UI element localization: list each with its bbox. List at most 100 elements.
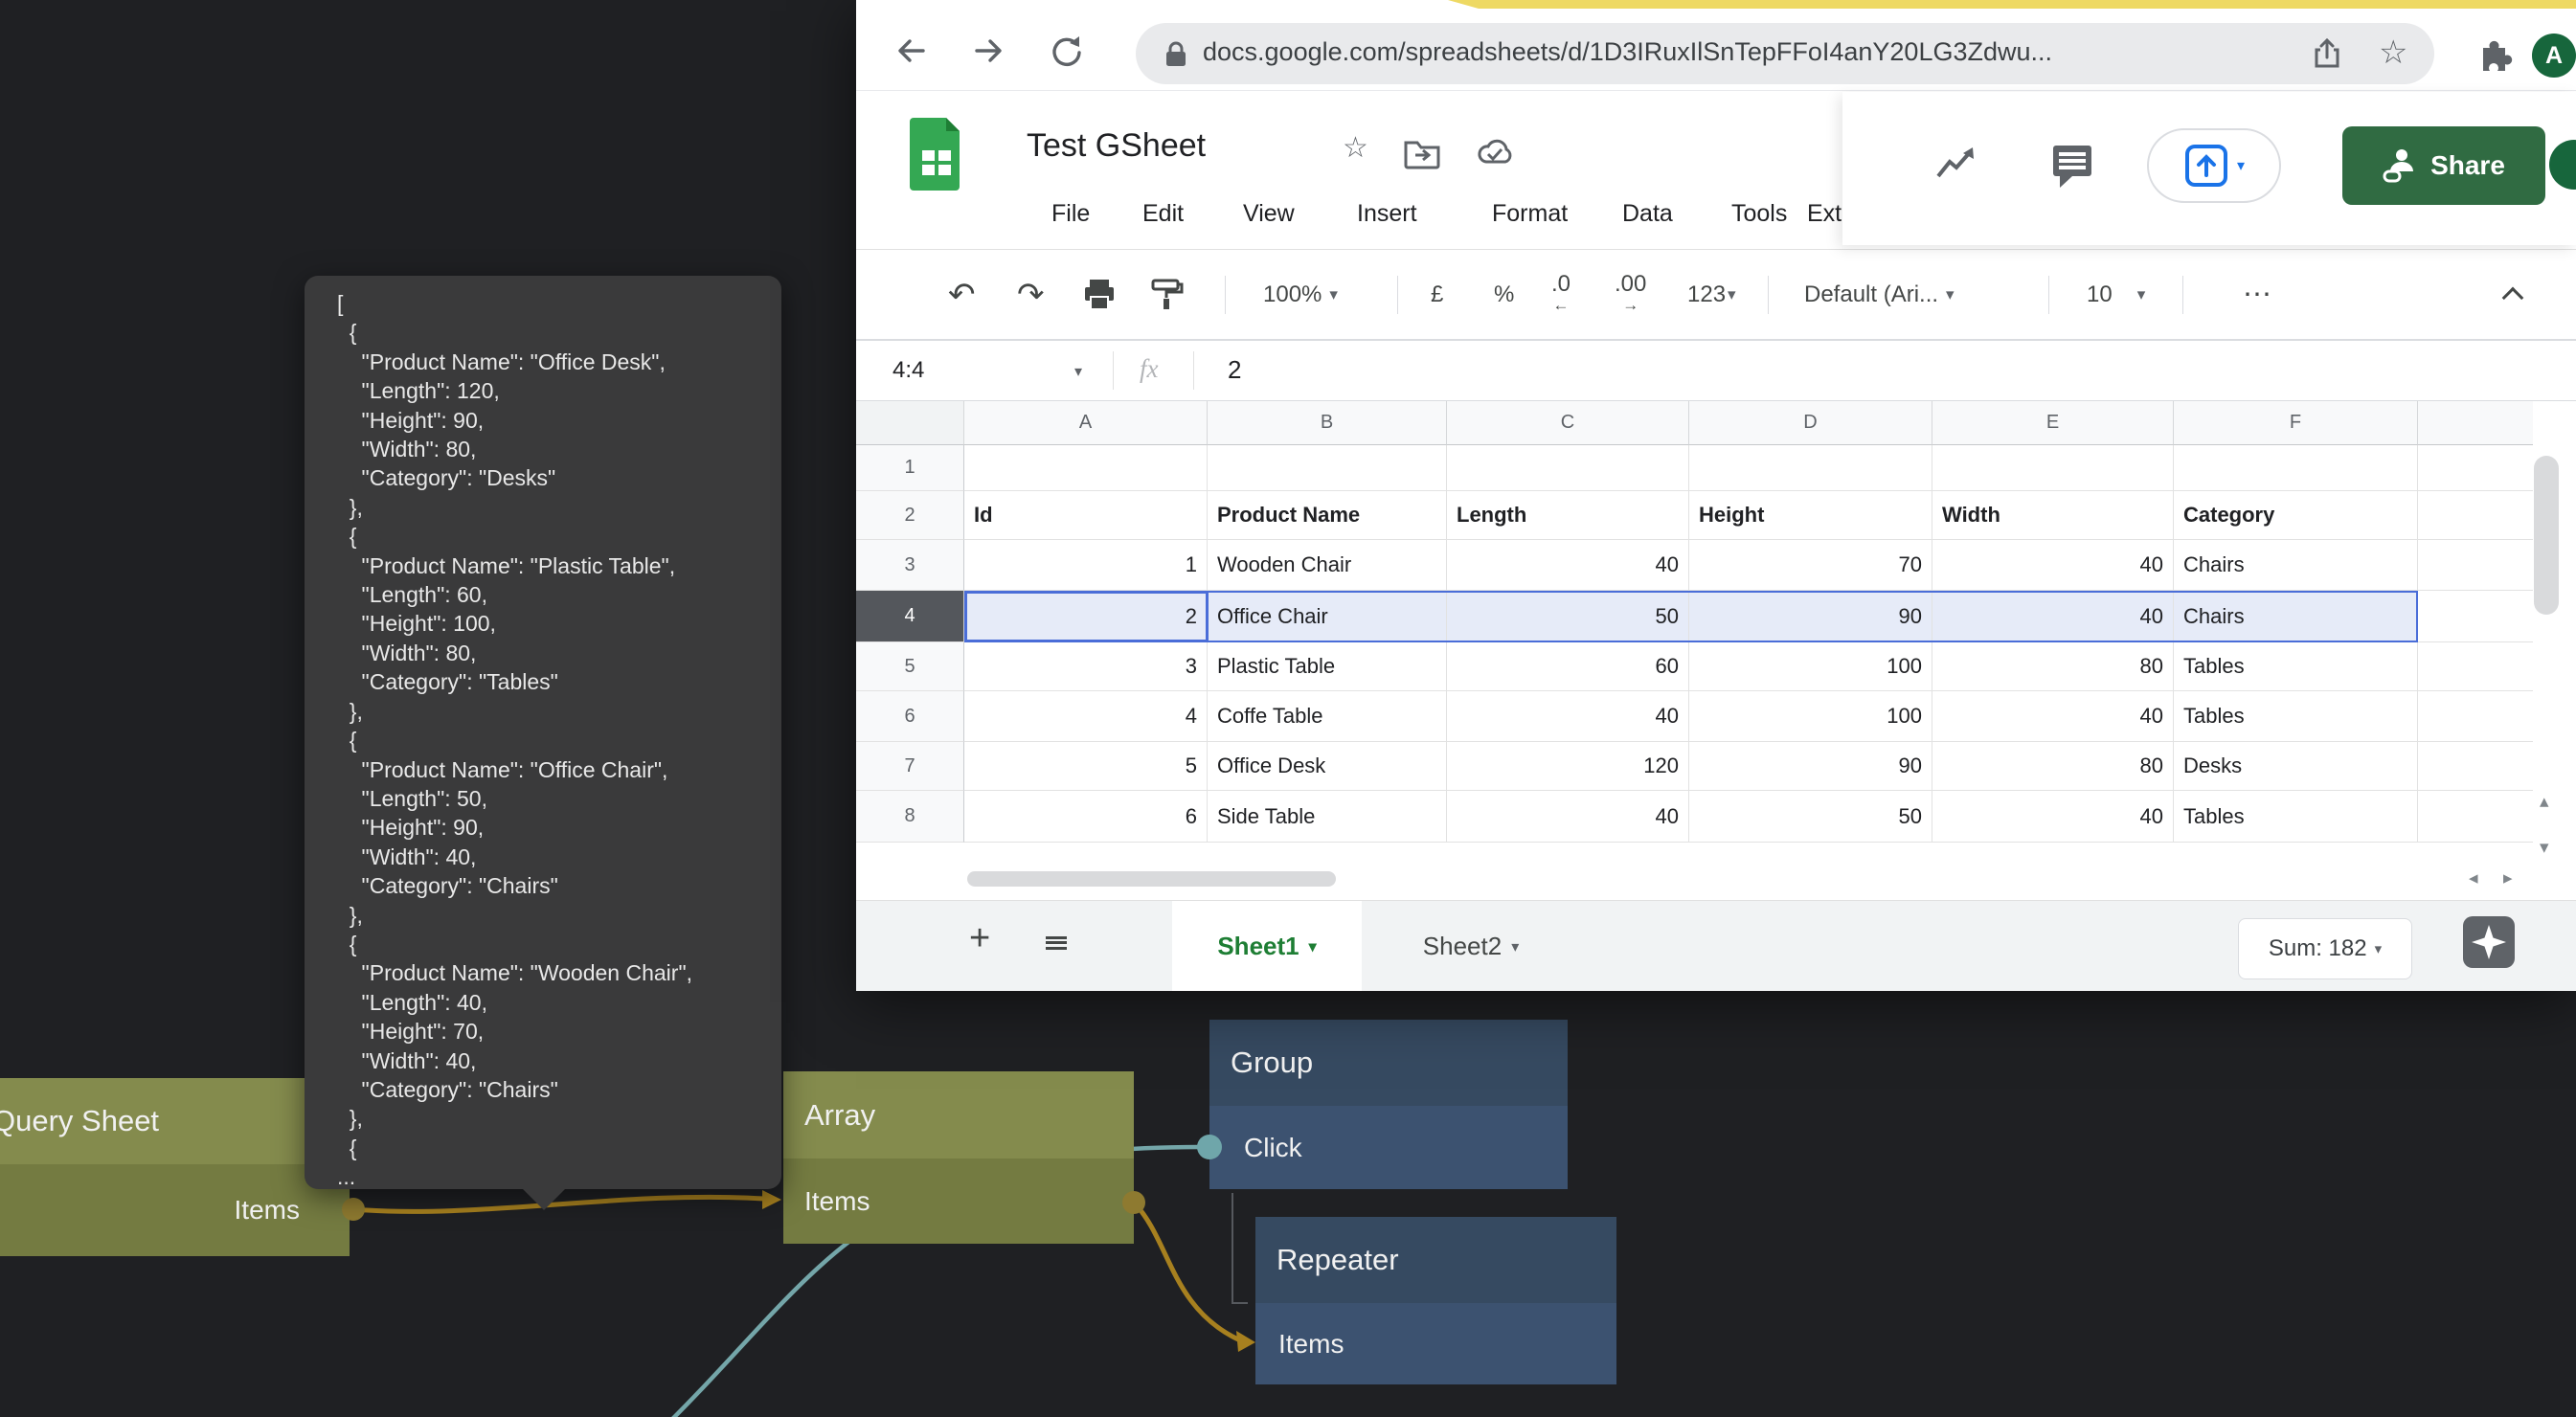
node-group-header[interactable]: Group — [1209, 1020, 1568, 1106]
cell-D5[interactable]: 100 — [1689, 642, 1932, 691]
group-click-input-port[interactable] — [1197, 1135, 1222, 1159]
star-document-icon[interactable]: ☆ — [1343, 131, 1368, 165]
address-bar[interactable]: docs.google.com/spreadsheets/d/1D3IRuxIl… — [1136, 23, 2434, 84]
cell-F5[interactable]: Tables — [2174, 642, 2418, 691]
cell-C1[interactable] — [1447, 445, 1689, 491]
column-header-C[interactable]: C — [1447, 401, 1689, 445]
scroll-down-icon[interactable]: ▾ — [2540, 837, 2549, 859]
cell-E7[interactable]: 80 — [1932, 742, 2174, 791]
url-text[interactable]: docs.google.com/spreadsheets/d/1D3IRuxIl… — [1203, 37, 2052, 67]
more-toolbar-button[interactable]: ⋯ — [2243, 250, 2271, 339]
move-folder-icon[interactable] — [1404, 137, 1442, 169]
cell-B2[interactable]: Product Name — [1208, 491, 1447, 540]
cell-C3[interactable]: 40 — [1447, 540, 1689, 591]
row-header-6[interactable]: 6 — [856, 691, 964, 742]
cell-E6[interactable]: 40 — [1932, 691, 2174, 742]
cell-G5[interactable] — [2418, 642, 2533, 691]
node-array[interactable]: Array Items — [783, 1071, 1134, 1244]
undo-button[interactable]: ↶ — [948, 250, 976, 339]
column-header-B[interactable]: B — [1208, 401, 1447, 445]
tab-sheet2[interactable]: Sheet2 ▾ — [1394, 901, 1548, 991]
cell-G7[interactable] — [2418, 742, 2533, 791]
cell-D7[interactable]: 90 — [1689, 742, 1932, 791]
cell-B3[interactable]: Wooden Chair — [1208, 540, 1447, 591]
node-array-header[interactable]: Array — [783, 1071, 1134, 1158]
scroll-left-icon[interactable]: ◂ — [2469, 867, 2478, 889]
cell-A3[interactable]: 1 — [964, 540, 1208, 591]
sheets-logo-icon[interactable] — [910, 118, 963, 191]
cell-D8[interactable]: 50 — [1689, 791, 1932, 843]
row-header-5[interactable]: 5 — [856, 642, 964, 691]
menu-tools[interactable]: Tools — [1731, 192, 1787, 235]
back-button[interactable] — [891, 30, 933, 72]
cell-A6[interactable]: 4 — [964, 691, 1208, 742]
menu-edit[interactable]: Edit — [1142, 192, 1184, 235]
cell-D3[interactable]: 70 — [1689, 540, 1932, 591]
reload-button[interactable] — [1044, 30, 1086, 72]
sheets-profile-avatar[interactable] — [2549, 140, 2576, 190]
menu-insert[interactable]: Insert — [1357, 192, 1417, 235]
font-size-select[interactable]: 10▾ — [2087, 250, 2145, 339]
cell-G2[interactable] — [2418, 491, 2533, 540]
cell-F4[interactable]: Chairs — [2174, 591, 2418, 642]
node-query-sheet-header[interactable]: Query Sheet — [0, 1078, 350, 1164]
cell-A1[interactable] — [964, 445, 1208, 491]
node-array-body[interactable]: Items — [783, 1158, 1134, 1244]
cell-A8[interactable]: 6 — [964, 791, 1208, 843]
cell-E4[interactable]: 40 — [1932, 591, 2174, 642]
cell-F3[interactable]: Chairs — [2174, 540, 2418, 591]
cell-G6[interactable] — [2418, 691, 2533, 742]
cell-D6[interactable]: 100 — [1689, 691, 1932, 742]
cell-A5[interactable]: 3 — [964, 642, 1208, 691]
redo-button[interactable]: ↷ — [1017, 250, 1045, 339]
cell-A7[interactable]: 5 — [964, 742, 1208, 791]
row-header-3[interactable]: 3 — [856, 540, 964, 591]
percent-format-button[interactable]: % — [1494, 250, 1514, 339]
node-group-body[interactable]: Click — [1209, 1106, 1568, 1189]
cell-A2[interactable]: Id — [964, 491, 1208, 540]
share-page-icon[interactable] — [2312, 37, 2344, 70]
cell-E5[interactable]: 80 — [1932, 642, 2174, 691]
column-header-F[interactable]: F — [2174, 401, 2418, 445]
cell-E3[interactable]: 40 — [1932, 540, 2174, 591]
vertical-scrollbar-thumb[interactable] — [2534, 456, 2559, 615]
horizontal-scrollbar-thumb[interactable] — [967, 871, 1336, 887]
cell-F7[interactable]: Desks — [2174, 742, 2418, 791]
cell-F8[interactable]: Tables — [2174, 791, 2418, 843]
cell-C5[interactable]: 60 — [1447, 642, 1689, 691]
row-header-2[interactable]: 2 — [856, 491, 964, 540]
column-header-E[interactable]: E — [1932, 401, 2174, 445]
array-items-output-port[interactable] — [1122, 1191, 1145, 1214]
cell-D4[interactable]: 90 — [1689, 591, 1932, 642]
cell-A4-active[interactable]: 2 — [964, 591, 1208, 642]
extensions-puzzle-icon[interactable] — [2476, 35, 2513, 72]
share-button[interactable]: Share — [2342, 126, 2545, 205]
explore-button[interactable] — [2461, 914, 2517, 975]
menu-data[interactable]: Data — [1622, 192, 1673, 235]
add-sheet-button[interactable]: + — [969, 918, 990, 959]
cell-C2[interactable]: Length — [1447, 491, 1689, 540]
cell-G3[interactable] — [2418, 540, 2533, 591]
cell-D2[interactable]: Height — [1689, 491, 1932, 540]
trend-history-icon[interactable] — [1934, 146, 1980, 188]
cell-B7[interactable]: Office Desk — [1208, 742, 1447, 791]
column-header-partial[interactable] — [2418, 401, 2533, 445]
increase-decimal-button[interactable]: .00 → — [1615, 250, 1646, 339]
tab-sheet1[interactable]: Sheet1 ▾ — [1172, 901, 1362, 991]
all-sheets-button[interactable] — [1046, 933, 1067, 952]
cell-G1[interactable] — [2418, 445, 2533, 491]
scroll-up-icon[interactable]: ▴ — [2540, 791, 2549, 813]
cell-E8[interactable]: 40 — [1932, 791, 2174, 843]
cell-C6[interactable]: 40 — [1447, 691, 1689, 742]
cell-C8[interactable]: 40 — [1447, 791, 1689, 843]
browser-profile-avatar[interactable]: A — [2532, 34, 2576, 78]
node-repeater[interactable]: Repeater Items — [1255, 1217, 1616, 1384]
print-button[interactable] — [1082, 250, 1117, 339]
cell-B8[interactable]: Side Table — [1208, 791, 1447, 843]
font-family-select[interactable]: Default (Ari...▾ — [1804, 250, 1955, 339]
forward-button[interactable] — [967, 30, 1009, 72]
document-title[interactable]: Test GSheet — [1027, 127, 1206, 165]
name-box[interactable]: 4:4 — [893, 357, 924, 384]
present-button[interactable]: ▾ — [2147, 128, 2281, 203]
node-group[interactable]: Group Click — [1209, 1020, 1568, 1189]
